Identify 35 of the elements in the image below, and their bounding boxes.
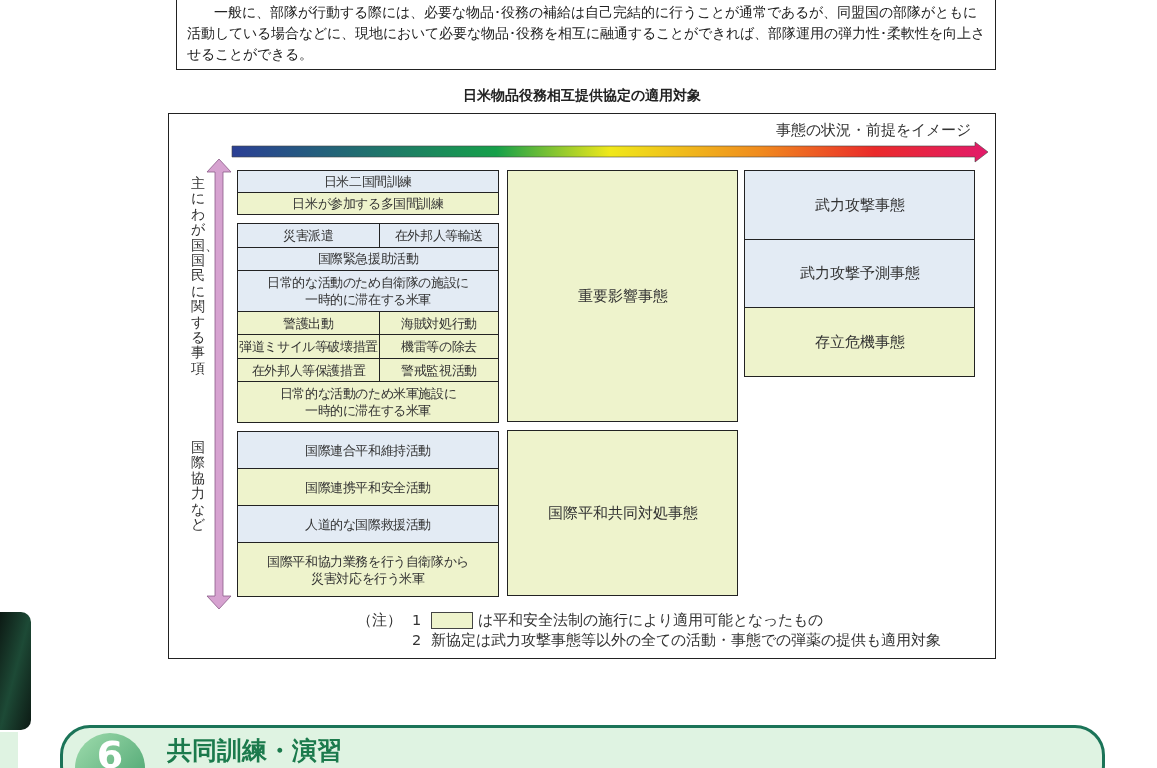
table-cell: 国際連合平和維持活動: [238, 432, 498, 468]
note-text: 新協定は武力攻撃事態等以外の全ての活動・事態での弾薬の提供も適用対象: [431, 631, 942, 650]
table-cell: 日米が参加する多国間訓練: [238, 193, 498, 214]
table-cell: 存立危機事態: [745, 307, 974, 376]
side-strip: [0, 732, 18, 768]
table-cell: 日常的な活動のため米軍施設に一時的に滞在する米軍: [238, 382, 498, 423]
table-cell: 災害派遣: [238, 224, 379, 247]
table-cell: 海賊対処行動: [379, 311, 498, 335]
table-cell: 在外邦人等保護措置: [238, 358, 379, 382]
vertical-label: 国際協力など: [191, 440, 205, 533]
table-cell: 日常的な活動のため自衛隊の施設に一時的に滞在する米軍: [238, 271, 498, 311]
table-cell: 警護出動: [238, 311, 379, 335]
table-cell: 国際連携平和安全活動: [238, 469, 498, 505]
table-cell: 武力攻撃予測事態: [745, 238, 974, 308]
table-cell: 機雷等の除去: [379, 335, 498, 358]
section-title: 共同訓練・演習: [167, 735, 342, 767]
note-number: 1: [412, 611, 422, 630]
table-cell: 国際平和共同対処事態: [507, 430, 738, 596]
note-number: 2: [412, 631, 422, 650]
table-cell: 在外邦人等輸送: [379, 224, 498, 247]
table-cell: 重要影響事態: [507, 170, 738, 422]
figure-title: 日米物品役務相互提供協定の適用対象: [463, 86, 701, 105]
intro-paragraph: 一般に、部隊が行動する際には、必要な物品･役務の補給は自己完結的に行うことが通常であるが、同盟国の部隊がともに活動している場合などに、現地において必要な物品･役務を相互に融通することができれば、部隊運用の弾力性･柔軟性を向上させることができる。: [187, 3, 985, 64]
table-cell: 弾道ミサイル等破壊措置: [238, 335, 379, 358]
section-number: 6: [75, 733, 145, 768]
legend-swatch: [431, 611, 474, 629]
table-cell: 武力攻撃事態: [745, 171, 974, 239]
notes-label: （注）: [357, 611, 402, 630]
table-cell: 日米二国間訓練: [238, 171, 498, 192]
table-cell: 国際緊急援助活動: [238, 247, 498, 271]
table-cell: 警戒監視活動: [379, 358, 498, 382]
note-text: は平和安全法制の施行により適用可能となったもの: [478, 611, 824, 630]
table-cell: 国際平和協力業務を行う自衛隊から災害対応を行う米軍: [238, 543, 498, 596]
table-cell: 人道的な国際救援活動: [238, 506, 498, 542]
axis-label: 事態の状況・前提をイメージ: [776, 121, 971, 140]
